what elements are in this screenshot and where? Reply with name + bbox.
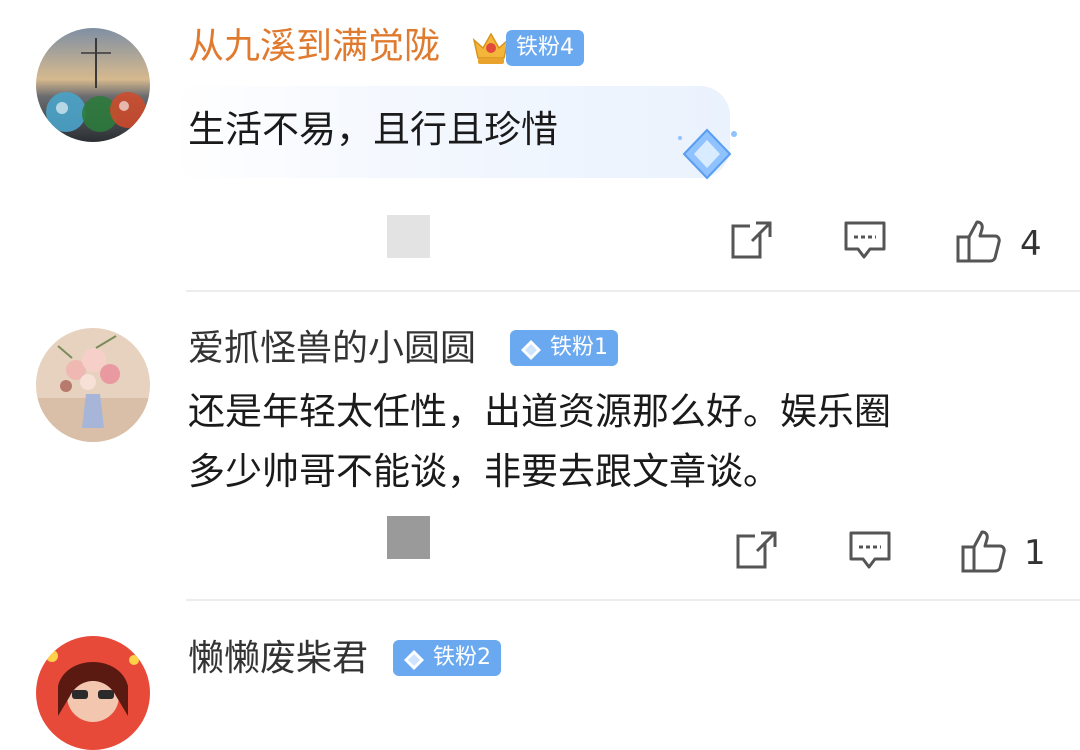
like-count: 4 <box>1020 224 1042 264</box>
avatar[interactable] <box>36 636 150 750</box>
comment-icon[interactable] <box>843 220 887 266</box>
fan-badge[interactable]: 铁粉4 <box>506 30 584 66</box>
username[interactable]: 爱抓怪兽的小圆圆 <box>188 327 476 371</box>
comment-item: 从九溪到满觉陇 铁粉4 生活不易，且行且珍惜 4 <box>0 0 1080 292</box>
comment-item: 懒懒废柴君 铁粉2 <box>0 602 1080 750</box>
comment-text-line: 还是年轻太任性，出道资源那么好。娱乐圈 <box>188 390 891 433</box>
username[interactable]: 懒懒废柴君 <box>188 637 368 681</box>
share-icon[interactable] <box>730 220 774 264</box>
diamond-icon <box>672 126 742 186</box>
like-count: 1 <box>1024 533 1046 573</box>
divider <box>186 599 1080 601</box>
thumbs-up-icon[interactable] <box>960 528 1008 578</box>
image-placeholder[interactable] <box>387 516 430 559</box>
fan-badge[interactable]: 铁粉1 <box>510 330 618 366</box>
image-placeholder[interactable] <box>387 215 430 258</box>
comment-text: 生活不易，且行且珍惜 <box>188 108 558 151</box>
comment-icon[interactable] <box>848 530 892 576</box>
comment-text-line: 多少帅哥不能谈，非要去跟文章谈。 <box>188 450 780 493</box>
thumbs-up-icon[interactable] <box>955 218 1003 268</box>
avatar[interactable] <box>36 328 150 442</box>
share-icon[interactable] <box>735 530 779 574</box>
comment-item: 爱抓怪兽的小圆圆 铁粉1 还是年轻太任性，出道资源那么好。娱乐圈 多少帅哥不能谈… <box>0 292 1080 602</box>
diamond-icon <box>520 337 542 360</box>
fan-badge[interactable]: 铁粉2 <box>393 640 501 676</box>
diamond-icon <box>403 647 425 670</box>
avatar[interactable] <box>36 28 150 142</box>
username[interactable]: 从九溪到满觉陇 <box>188 25 440 69</box>
